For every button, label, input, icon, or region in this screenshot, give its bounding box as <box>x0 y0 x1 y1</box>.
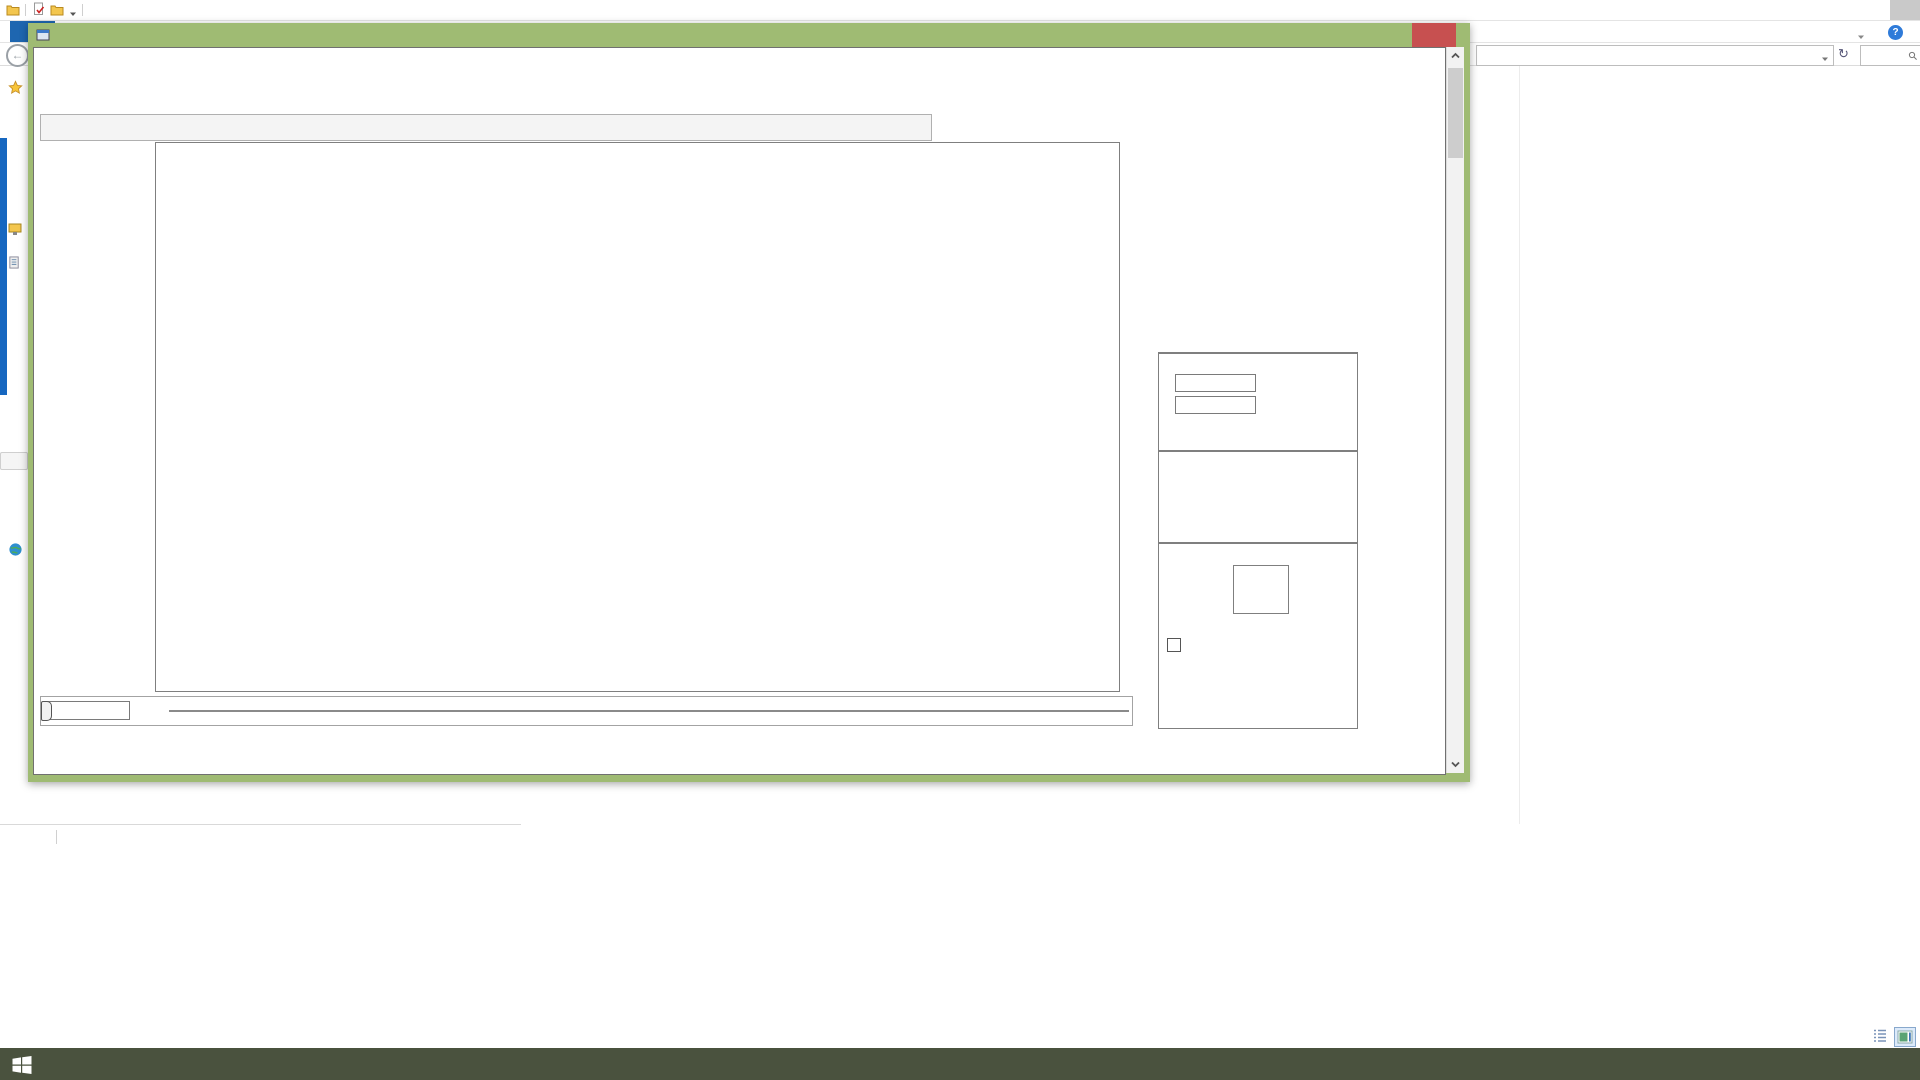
address-caret-down-icon[interactable] <box>1820 51 1830 61</box>
window-scrollbar[interactable] <box>1446 47 1464 773</box>
alpha-disk-preview <box>46 164 129 267</box>
sidebar-desktop-icon[interactable] <box>8 222 22 236</box>
ribbon-expand-caret-icon[interactable] <box>1856 29 1866 39</box>
address-bar[interactable] <box>1476 45 1834 66</box>
quick-access-caret-down-icon[interactable] <box>68 6 78 16</box>
insert-x-input[interactable] <box>1175 374 1256 392</box>
explorer-titlebar-divider <box>0 20 1920 21</box>
set-alpha-title <box>1159 451 1357 452</box>
scrollbar-up-icon[interactable] <box>1447 47 1464 64</box>
alpha-slider-track[interactable] <box>169 710 1129 713</box>
desktop: ? ← ↻ <box>0 0 1920 1080</box>
explorer-close-button[interactable] <box>1890 0 1920 20</box>
maximize-button[interactable] <box>1380 24 1408 46</box>
window-titlebar-icon <box>36 28 50 42</box>
quick-access-separator <box>82 4 83 16</box>
quick-access-folder-icon[interactable] <box>6 3 20 17</box>
explorer-help-icon[interactable]: ? <box>1888 25 1903 40</box>
scrollbar-thumb[interactable] <box>1448 68 1463 158</box>
insert-y-input[interactable] <box>1175 396 1256 414</box>
insert-point-section <box>1158 352 1358 452</box>
polygon-nav-row <box>1161 669 1351 685</box>
explorer-pane-divider <box>1519 66 1520 824</box>
thumbnail-view-toggle-icon[interactable] <box>1894 1027 1916 1047</box>
sidebar-input-remnant <box>0 452 28 470</box>
quick-access-page-check-icon[interactable] <box>32 2 46 16</box>
quick-access-separator <box>25 4 26 16</box>
statusbar-separator <box>56 830 57 844</box>
alpha-disk-circle <box>62 196 104 238</box>
alpha-slider-strip <box>40 696 1133 726</box>
polygon-search-title <box>1159 543 1357 544</box>
toolbar <box>40 114 932 141</box>
docked-app-edge <box>0 138 7 395</box>
details-view-toggle-icon[interactable] <box>1872 1027 1888 1043</box>
explorer-minimize-button[interactable] <box>1838 0 1864 20</box>
sidebar-document-icon[interactable] <box>8 256 21 270</box>
alpha-shape-canvas[interactable] <box>156 143 1119 691</box>
search-icon <box>1908 50 1918 60</box>
minimize-button[interactable] <box>1348 24 1376 46</box>
alpha-slider-thumb[interactable] <box>41 701 52 721</box>
insert-point-title <box>1159 353 1357 354</box>
sidebar-globe-icon[interactable] <box>8 542 23 557</box>
map-canvas-frame <box>155 142 1120 692</box>
taskbar <box>0 1048 1920 1080</box>
explorer-search-input[interactable] <box>1860 45 1920 66</box>
back-button[interactable]: ← <box>6 44 29 67</box>
enclose-all-points-checkbox[interactable] <box>1167 638 1181 652</box>
set-alpha-section <box>1158 450 1358 544</box>
refresh-icon[interactable]: ↻ <box>1838 46 1854 62</box>
explorer-maximize-button[interactable] <box>1864 0 1890 20</box>
favorites-star-icon[interactable] <box>8 80 23 95</box>
statusbar-divider <box>0 824 521 825</box>
scrollbar-down-icon[interactable] <box>1447 756 1464 773</box>
close-button[interactable] <box>1412 23 1456 47</box>
alpha-value-input[interactable] <box>45 701 130 720</box>
quick-access-folder2-icon[interactable] <box>50 3 64 17</box>
polygons-listbox[interactable] <box>1233 565 1289 614</box>
start-button[interactable] <box>10 1053 34 1077</box>
polygon-search-section <box>1158 542 1358 729</box>
